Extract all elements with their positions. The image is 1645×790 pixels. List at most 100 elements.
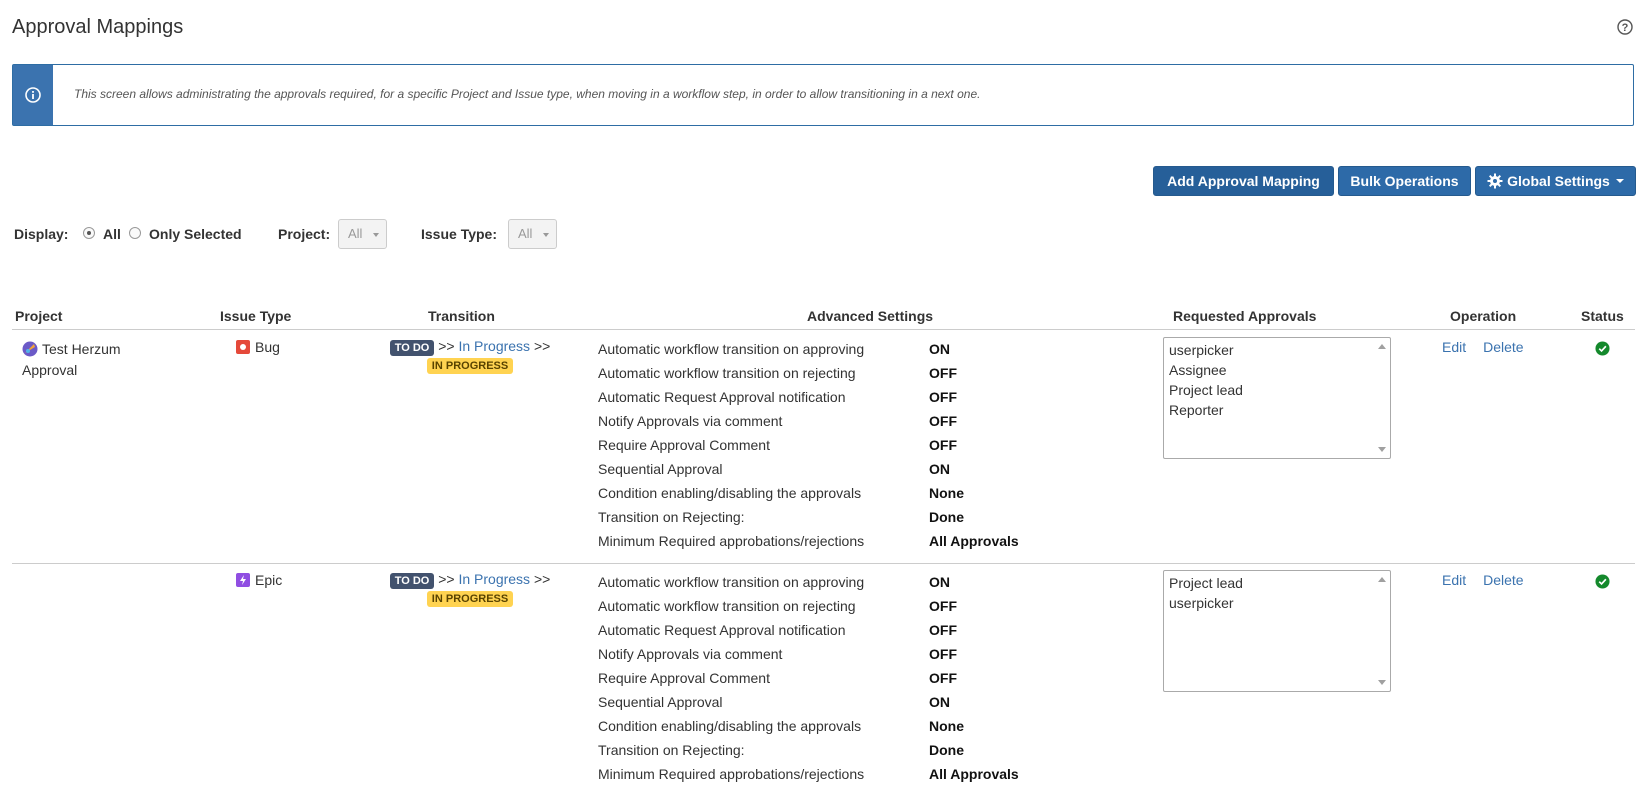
setting-label: Notify Approvals via comment	[598, 413, 783, 429]
scroll-up-arrow-icon[interactable]	[1378, 344, 1386, 349]
table-header: Project Issue Type Transition Advanced S…	[12, 306, 1635, 330]
scroll-down-arrow-icon[interactable]	[1378, 447, 1386, 452]
chevron-down-icon	[373, 233, 379, 237]
setting-value: All Approvals	[929, 766, 1019, 782]
setting-label: Automatic Request Approval notification	[598, 389, 846, 405]
add-approval-mapping-button[interactable]: Add Approval Mapping	[1153, 166, 1334, 196]
setting-label: Minimum Required approbations/rejections	[598, 766, 865, 782]
display-label: Display:	[14, 226, 69, 242]
setting-label: Sequential Approval	[598, 694, 723, 710]
setting-value: OFF	[929, 670, 957, 686]
issue-type-cell: Epic	[236, 572, 282, 588]
approval-item[interactable]: Project lead	[1169, 380, 1385, 400]
column-header-project: Project	[15, 308, 63, 324]
setting-label: Automatic workflow transition on approvi…	[598, 341, 865, 357]
radio-only-selected[interactable]	[129, 227, 141, 239]
status-lozenge-from: TO DO	[389, 573, 435, 589]
status-lozenge-to: IN PROGRESS	[426, 591, 514, 607]
scroll-down-arrow-icon[interactable]	[1378, 680, 1386, 685]
delete-link[interactable]: Delete	[1483, 339, 1523, 355]
transition-name: In Progress	[458, 571, 531, 587]
setting-label: Automatic workflow transition on rejecti…	[598, 365, 856, 381]
setting-value: OFF	[929, 389, 957, 405]
setting-value: OFF	[929, 598, 957, 614]
info-sidebar	[13, 65, 53, 125]
setting-label: Require Approval Comment	[598, 437, 770, 453]
global-settings-label: Global Settings	[1507, 173, 1610, 189]
epic-icon	[236, 573, 250, 587]
issue-type-select[interactable]: All	[508, 219, 557, 249]
info-message: This screen allows administrating the ap…	[12, 64, 1634, 126]
setting-label: Require Approval Comment	[598, 670, 770, 686]
table-row: Epic TO DO >> In Progress >> IN PROGRESS…	[12, 564, 1635, 788]
setting-label: Sequential Approval	[598, 461, 723, 477]
check-circle-icon	[1595, 341, 1610, 356]
issue-type-select-value: All	[518, 226, 533, 241]
setting-value: OFF	[929, 622, 957, 638]
radio-all[interactable]	[83, 227, 95, 239]
bug-icon	[236, 340, 250, 354]
transition-cell: TO DO >> In Progress >> IN PROGRESS	[380, 571, 560, 607]
column-header-issue-type: Issue Type	[220, 308, 292, 324]
bulk-operations-label: Bulk Operations	[1350, 173, 1459, 189]
status-lozenge-to: IN PROGRESS	[426, 358, 514, 374]
issue-type-cell: Bug	[236, 339, 280, 355]
issue-type-name: Epic	[255, 572, 283, 588]
setting-value: ON	[929, 461, 950, 477]
project-avatar-icon	[22, 341, 38, 357]
approval-item[interactable]: Project lead	[1169, 573, 1385, 593]
setting-value: ON	[929, 694, 950, 710]
info-icon	[25, 87, 41, 103]
requested-approvals-listbox[interactable]: userpicker Assignee Project lead Reporte…	[1163, 337, 1391, 459]
filter-bar: Display: All Only Selected Project: All …	[14, 219, 714, 250]
setting-label: Transition on Rejecting:	[598, 509, 745, 525]
add-approval-mapping-label: Add Approval Mapping	[1167, 173, 1320, 189]
column-header-requested-approvals: Requested Approvals	[1173, 308, 1317, 324]
transition-separator: >>	[533, 338, 551, 354]
project-select[interactable]: All	[338, 219, 387, 249]
bulk-operations-button[interactable]: Bulk Operations	[1338, 166, 1471, 196]
scrollbar[interactable]	[1375, 339, 1389, 457]
setting-value: OFF	[929, 437, 957, 453]
project-filter-label: Project:	[278, 226, 331, 242]
setting-value: OFF	[929, 646, 957, 662]
global-settings-button[interactable]: Global Settings	[1475, 166, 1636, 196]
setting-label: Notify Approvals via comment	[598, 646, 783, 662]
operation-cell: Edit Delete	[1442, 339, 1541, 355]
edit-link[interactable]: Edit	[1442, 339, 1466, 355]
setting-label: Condition enabling/disabling the approva…	[598, 718, 862, 734]
setting-label: Minimum Required approbations/rejections	[598, 533, 865, 549]
radio-only-selected-label[interactable]: Only Selected	[149, 226, 242, 242]
edit-link[interactable]: Edit	[1442, 572, 1466, 588]
requested-approvals-listbox[interactable]: Project lead userpicker	[1163, 570, 1391, 692]
issue-type-filter-label: Issue Type:	[421, 226, 497, 242]
transition-separator: >>	[438, 571, 455, 587]
setting-label: Automatic Request Approval notification	[598, 622, 846, 638]
setting-label: Transition on Rejecting:	[598, 742, 745, 758]
table-row: Test Herzum Approval Bug TO DO >> In Pro…	[12, 331, 1635, 564]
page-title: Approval Mappings	[12, 16, 184, 38]
setting-value: Done	[929, 742, 964, 758]
approval-item[interactable]: Reporter	[1169, 400, 1385, 420]
setting-value: OFF	[929, 413, 957, 429]
approval-item[interactable]: Assignee	[1169, 360, 1385, 380]
scrollbar[interactable]	[1375, 572, 1389, 690]
column-header-advanced-settings: Advanced Settings	[807, 308, 934, 324]
radio-all-label[interactable]: All	[103, 226, 121, 242]
delete-link[interactable]: Delete	[1483, 572, 1523, 588]
scroll-up-arrow-icon[interactable]	[1378, 577, 1386, 582]
setting-value: All Approvals	[929, 533, 1019, 549]
approval-item[interactable]: userpicker	[1169, 340, 1385, 360]
transition-separator: >>	[533, 571, 551, 587]
approval-item[interactable]: userpicker	[1169, 593, 1385, 613]
status-lozenge-from: TO DO	[389, 340, 435, 356]
check-circle-icon	[1595, 574, 1610, 589]
column-header-operation: Operation	[1450, 308, 1517, 324]
setting-value: ON	[929, 574, 950, 590]
operation-cell: Edit Delete	[1442, 572, 1541, 588]
gear-icon	[1487, 173, 1503, 189]
transition-separator: >>	[438, 338, 455, 354]
help-icon[interactable]: ?	[1617, 19, 1633, 35]
column-header-status: Status	[1581, 308, 1624, 324]
column-header-transition: Transition	[428, 308, 495, 324]
